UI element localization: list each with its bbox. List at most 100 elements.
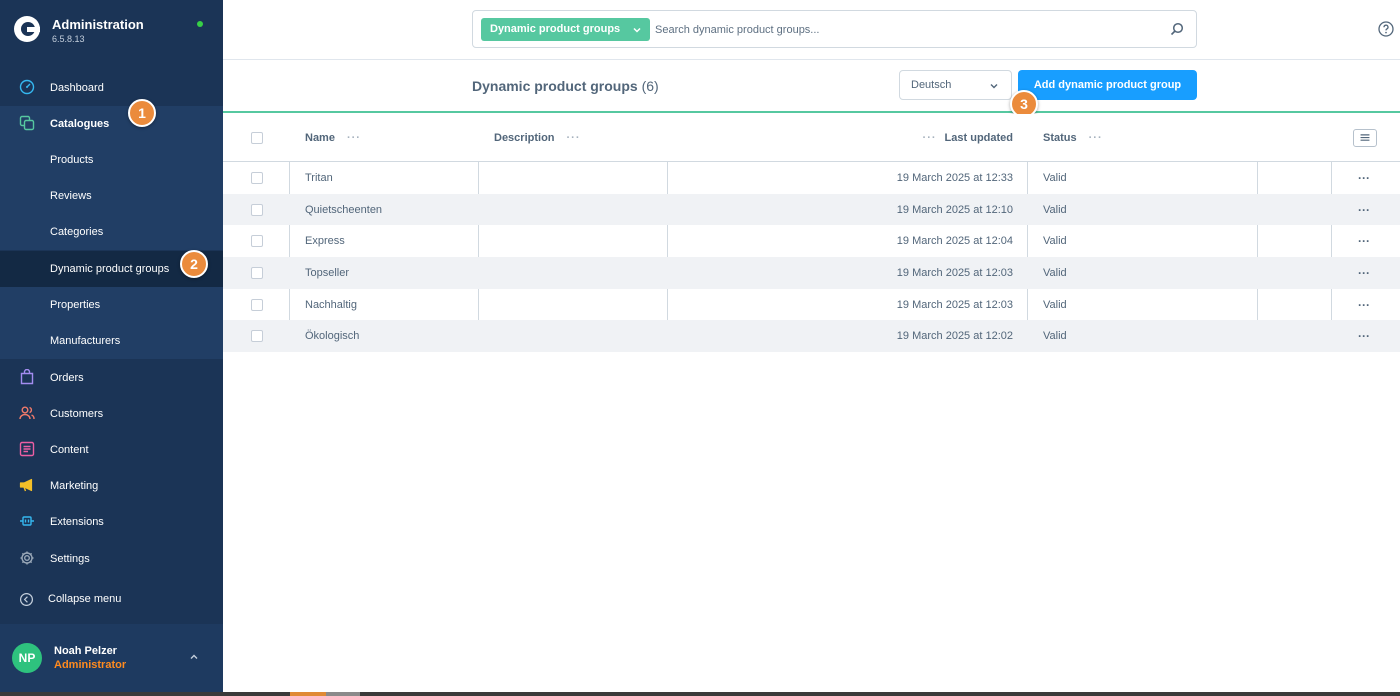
row-checkbox[interactable]	[251, 266, 263, 279]
row-checkbox[interactable]	[251, 235, 263, 248]
nav-settings[interactable]: Settings	[0, 541, 223, 577]
table-row[interactable]: Quietscheenten 19 March 2025 at 12:10 Va…	[223, 193, 1400, 226]
nav-content[interactable]: Content	[0, 432, 223, 468]
row-actions-icon[interactable]: ···	[1358, 225, 1372, 257]
row-actions-icon[interactable]: ···	[1358, 320, 1372, 352]
taskbar-strip	[0, 692, 1400, 696]
grid-body: Tritan 19 March 2025 at 12:33 Valid ··· …	[223, 162, 1400, 353]
column-header-status[interactable]: Status ···	[1043, 114, 1103, 161]
nav-extensions[interactable]: Extensions	[0, 504, 223, 540]
select-all-checkbox[interactable]	[251, 131, 263, 144]
nav-dashboard-label: Dashboard	[50, 82, 104, 94]
nav-properties-label: Properties	[50, 299, 101, 311]
nav-manufacturers[interactable]: Manufacturers	[0, 323, 223, 359]
search-input[interactable]	[655, 19, 1155, 41]
nav-dynamic-product-groups-label: Dynamic product groups	[50, 263, 170, 275]
row-last-updated: 19 March 2025 at 12:03	[896, 298, 1013, 311]
chevron-up-icon[interactable]	[189, 652, 199, 662]
chevron-down-icon	[633, 27, 641, 33]
row-last-updated: 19 March 2025 at 12:03	[896, 266, 1013, 279]
row-status: Valid	[1043, 171, 1067, 184]
row-checkbox[interactable]	[251, 330, 263, 343]
search-type-label: Dynamic product groups	[490, 23, 621, 35]
search-icon[interactable]	[1170, 22, 1184, 36]
search-type-dropdown[interactable]: Dynamic product groups	[481, 18, 651, 41]
collapse-menu-button[interactable]: Collapse menu	[0, 582, 223, 618]
row-actions-icon[interactable]: ···	[1358, 257, 1372, 289]
column-menu-icon[interactable]: ···	[923, 132, 937, 144]
page-title: Dynamic product groups (6)	[472, 78, 659, 94]
row-name[interactable]: Quietscheenten	[305, 194, 382, 226]
row-actions-icon[interactable]: ···	[1358, 194, 1372, 226]
column-header-name[interactable]: Name ···	[305, 114, 361, 161]
row-checkbox[interactable]	[251, 298, 263, 311]
column-settings-button[interactable]	[1353, 129, 1377, 147]
table-row[interactable]: Express 19 March 2025 at 12:04 Valid ···	[223, 225, 1400, 257]
nav-catalogues-label: Catalogues	[50, 118, 110, 130]
column-header-status-label: Status	[1043, 131, 1077, 144]
nav-reviews-label: Reviews	[50, 190, 92, 202]
table-row[interactable]: Nachhaltig 19 March 2025 at 12:03 Valid …	[223, 289, 1400, 321]
column-menu-icon[interactable]: ···	[347, 132, 361, 144]
nav-content-label: Content	[50, 444, 89, 456]
nav-customers-label: Customers	[50, 408, 104, 420]
table-row[interactable]: Tritan 19 March 2025 at 12:33 Valid ···	[223, 162, 1400, 194]
row-name[interactable]: Express	[305, 225, 345, 257]
nav-extensions-label: Extensions	[50, 516, 104, 528]
row-name[interactable]: Topseller	[305, 257, 349, 289]
nav-categories-label: Categories	[50, 226, 104, 238]
row-name[interactable]: Tritan	[305, 162, 333, 194]
brand-version: 6.5.8.13	[52, 34, 85, 44]
collapse-arrow-icon	[19, 592, 34, 607]
column-menu-icon[interactable]: ···	[1089, 132, 1103, 144]
help-icon[interactable]	[1378, 21, 1394, 37]
language-select-value: Deutsch	[911, 79, 952, 91]
taskbar-segment	[290, 692, 326, 696]
content-list-icon	[19, 441, 35, 457]
nav-products[interactable]: Products	[0, 142, 223, 178]
nav-categories[interactable]: Categories	[0, 214, 223, 250]
chevron-down-icon	[990, 84, 998, 89]
row-actions-icon[interactable]: ···	[1358, 289, 1372, 321]
megaphone-icon	[19, 478, 33, 492]
add-dynamic-product-group-button[interactable]: Add dynamic product group	[1018, 70, 1197, 100]
language-select[interactable]: Deutsch	[899, 70, 1012, 100]
column-header-description-label: Description	[494, 131, 555, 144]
page-title-text: Dynamic product groups	[472, 78, 638, 94]
table-row[interactable]: Ökologisch 19 March 2025 at 12:02 Valid …	[223, 320, 1400, 353]
nav-marketing-label: Marketing	[50, 480, 99, 492]
row-status: Valid	[1043, 266, 1067, 279]
column-menu-icon[interactable]: ···	[567, 132, 581, 144]
nav-reviews[interactable]: Reviews	[0, 178, 223, 214]
row-checkbox[interactable]	[251, 171, 263, 184]
nav-marketing[interactable]: Marketing	[0, 468, 223, 504]
row-status: Valid	[1043, 235, 1067, 248]
status-dot-icon	[197, 21, 203, 27]
collapse-menu-label: Collapse menu	[48, 593, 122, 605]
column-header-last-updated[interactable]: ··· Last updated	[667, 114, 1013, 161]
nav-properties[interactable]: Properties	[0, 287, 223, 323]
page-title-count: (6)	[641, 78, 659, 94]
shopware-logo-icon[interactable]	[14, 16, 40, 42]
nav-customers[interactable]: Customers	[0, 396, 223, 432]
column-header-description[interactable]: Description ···	[494, 114, 581, 161]
row-checkbox[interactable]	[251, 203, 263, 216]
data-grid: Name ··· Description ··· ··· Last update…	[223, 114, 1400, 353]
global-search: Dynamic product groups	[472, 10, 1197, 48]
nav-dashboard[interactable]: Dashboard	[0, 70, 223, 106]
nav-settings-label: Settings	[50, 553, 90, 565]
dashboard-gauge-icon	[19, 79, 35, 95]
shopping-bag-icon	[20, 369, 34, 385]
nav-orders[interactable]: Orders	[0, 360, 223, 396]
row-name[interactable]: Nachhaltig	[305, 289, 357, 321]
user-menu[interactable]: NP Noah Pelzer Administrator	[0, 624, 223, 692]
row-actions-icon[interactable]: ···	[1358, 162, 1372, 194]
page-header: Dynamic product groups (6) Deutsch Add d…	[223, 60, 1400, 113]
nav-catalogues[interactable]: Catalogues	[0, 106, 223, 142]
row-name[interactable]: Ökologisch	[305, 320, 359, 352]
column-header-name-label: Name	[305, 131, 335, 144]
user-name: Noah Pelzer	[54, 645, 117, 657]
column-header-last-updated-label: Last updated	[944, 131, 1013, 144]
table-row[interactable]: Topseller 19 March 2025 at 12:03 Valid ·…	[223, 257, 1400, 289]
row-status: Valid	[1043, 203, 1067, 216]
